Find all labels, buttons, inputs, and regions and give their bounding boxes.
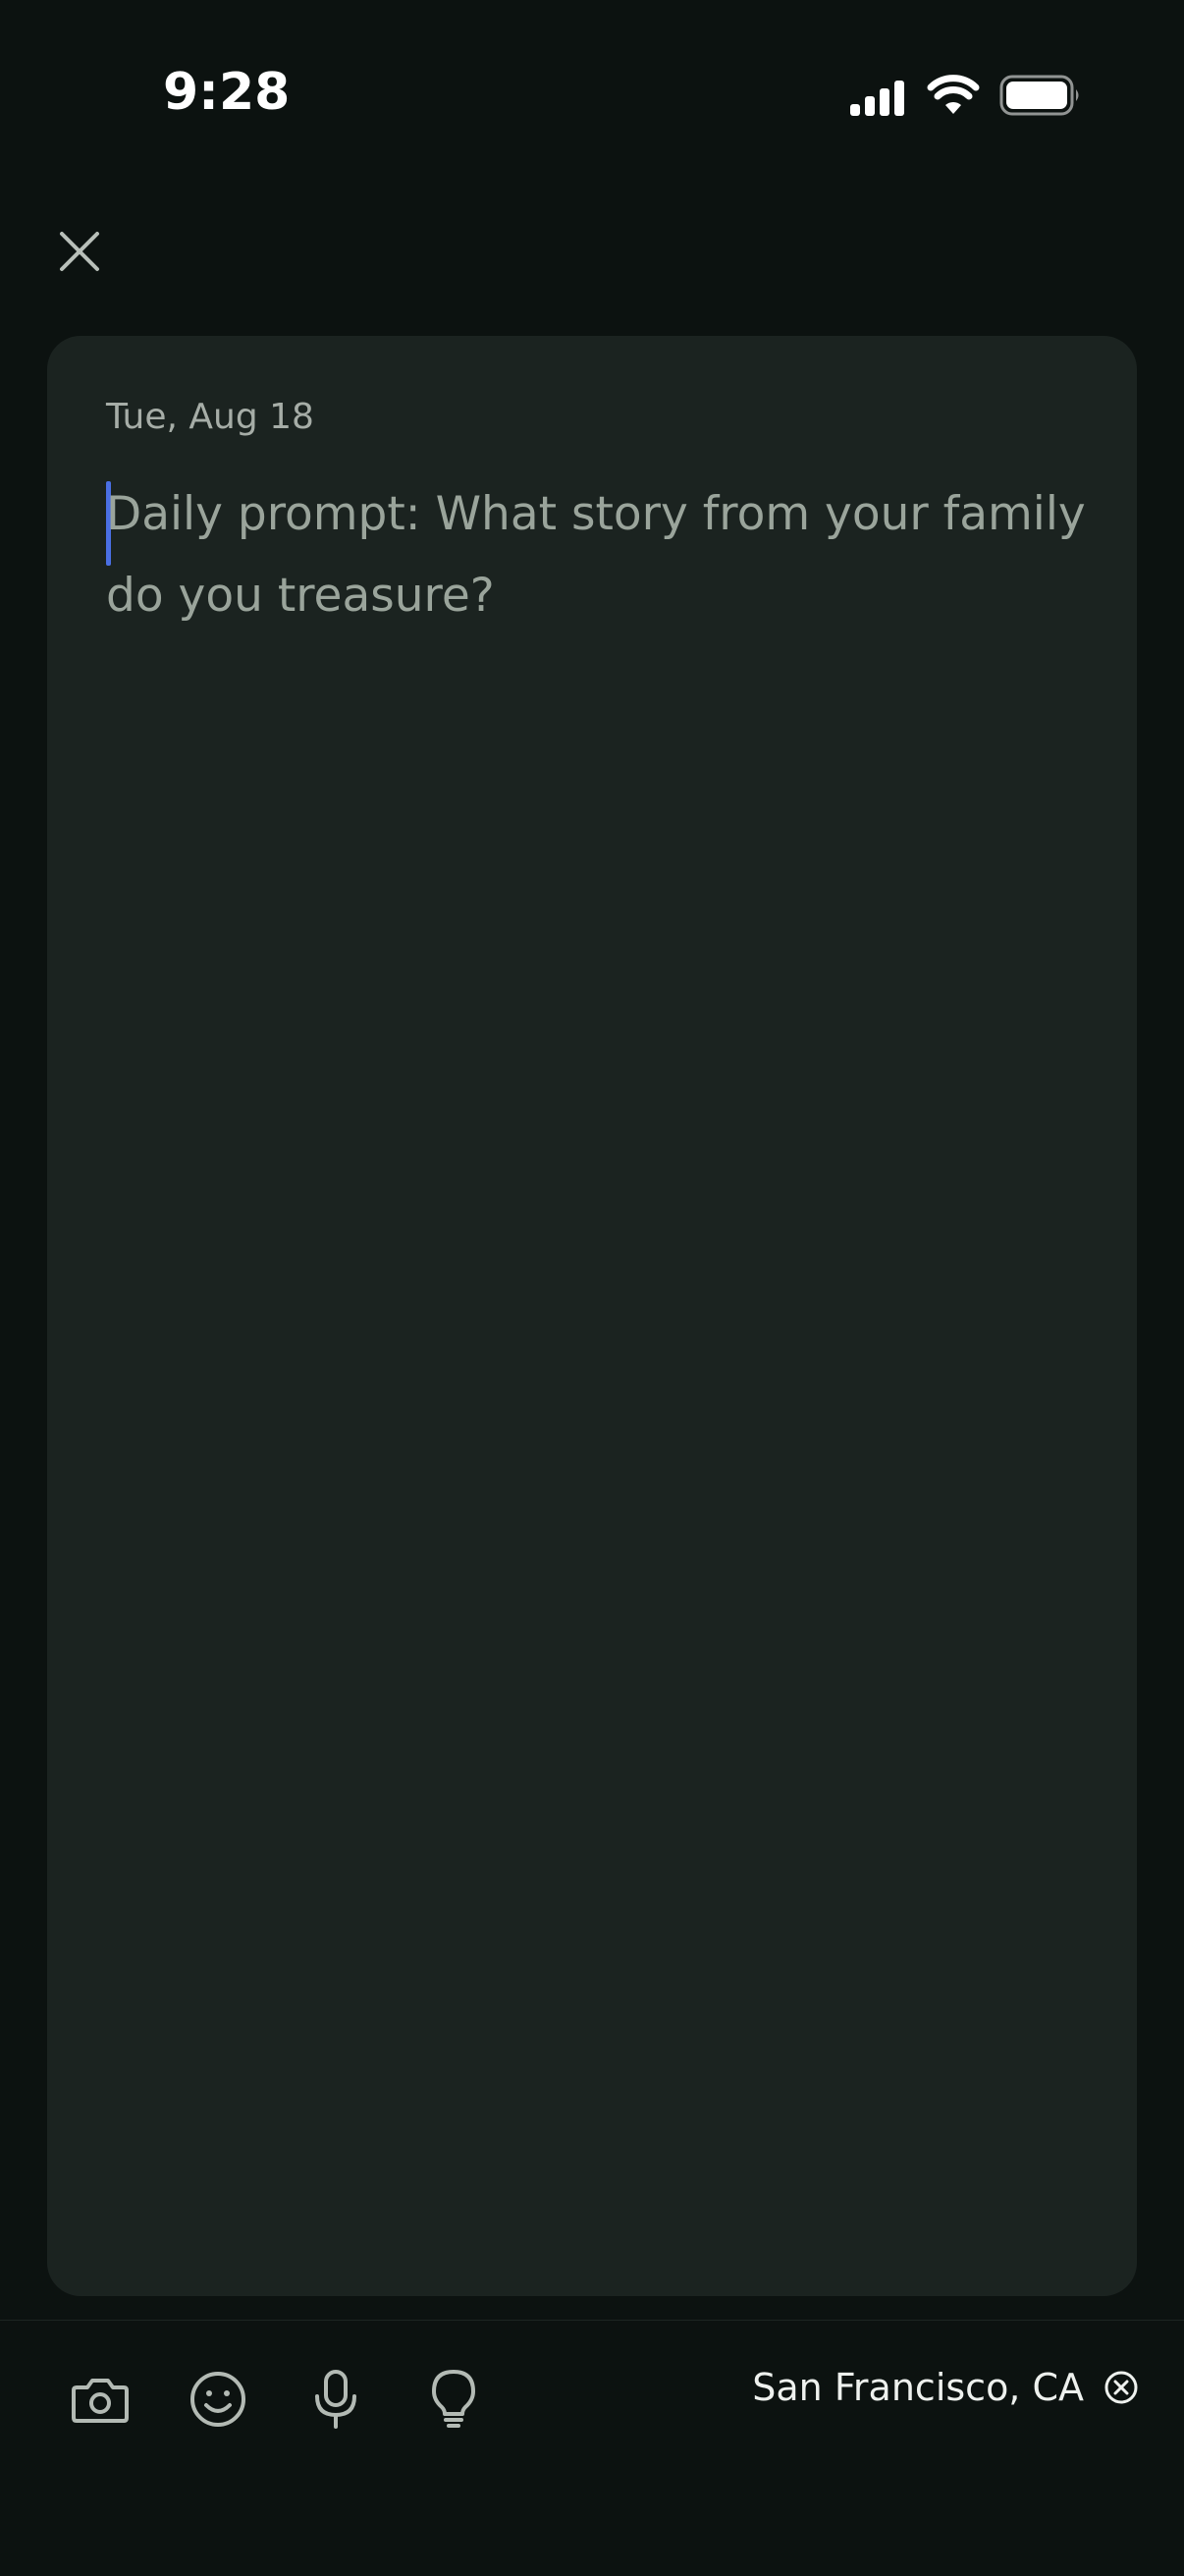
battery-icon xyxy=(999,75,1079,116)
cellular-signal-icon xyxy=(850,81,904,116)
entry-date: Tue, Aug 18 xyxy=(106,397,314,437)
location-chip[interactable]: San Francisco, CA xyxy=(752,2366,1141,2409)
prompt-ideas-button[interactable] xyxy=(414,2360,493,2439)
status-bar: 9:28 xyxy=(0,0,1184,187)
lightbulb-icon xyxy=(432,2370,475,2428)
microphone-button[interactable] xyxy=(296,2360,375,2439)
entry-text-input[interactable]: Daily prompt: What story from your famil… xyxy=(106,473,1098,636)
camera-icon xyxy=(72,2379,129,2423)
location-label: San Francisco, CA xyxy=(752,2366,1084,2409)
camera-button[interactable] xyxy=(61,2360,139,2439)
emoji-button[interactable] xyxy=(179,2360,257,2439)
emoji-icon xyxy=(190,2372,245,2427)
microphone-icon xyxy=(315,2370,356,2429)
close-button[interactable] xyxy=(49,221,110,282)
clear-location-icon xyxy=(1104,2371,1138,2404)
bottom-toolbar: San Francisco, CA xyxy=(0,2320,1184,2576)
journal-entry-card[interactable]: Tue, Aug 18 Daily prompt: What story fro… xyxy=(47,336,1137,2296)
wifi-icon xyxy=(927,75,980,114)
close-icon xyxy=(60,232,99,271)
status-time: 9:28 xyxy=(163,63,291,122)
clear-location-button[interactable] xyxy=(1102,2368,1141,2407)
